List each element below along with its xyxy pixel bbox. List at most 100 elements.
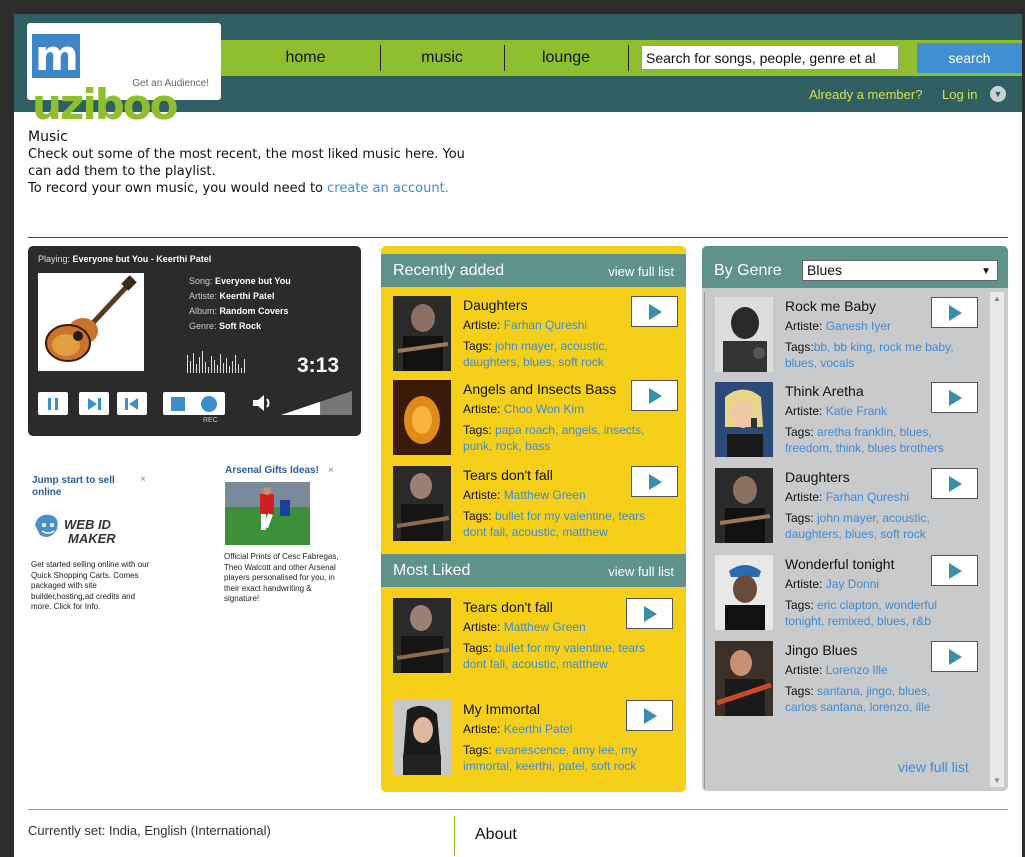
artist-link[interactable]: Lorenzo Ille (826, 663, 888, 677)
previous-button[interactable] (117, 392, 147, 415)
already-member-link[interactable]: Already a member? (809, 87, 922, 102)
track-item[interactable]: Tears don't fall Artiste: Matthew Green … (393, 466, 683, 546)
track-name[interactable]: Wonderful tonight (785, 556, 894, 572)
tag-links[interactable]: blues, vocals (785, 356, 854, 370)
play-icon (643, 707, 657, 724)
track-item[interactable]: Rock me Baby Artiste: Ganesh Iyer Tags:b… (715, 297, 985, 377)
track-name[interactable]: Jingo Blues (785, 642, 857, 658)
scroll-down-icon[interactable]: ▼ (993, 776, 1001, 785)
record-controls[interactable] (163, 392, 225, 415)
search-input[interactable] (641, 45, 899, 70)
chevron-down-icon[interactable]: ▼ (990, 86, 1006, 102)
artist-link[interactable]: Matthew Green (504, 620, 586, 634)
tag-links[interactable]: dont fall, acoustic, matthew (463, 525, 608, 539)
close-icon[interactable]: × (140, 474, 146, 485)
play-button[interactable] (931, 297, 978, 328)
view-full-list-link[interactable]: view full list (608, 264, 674, 279)
next-button[interactable] (79, 392, 109, 415)
nav-home[interactable]: home (233, 40, 378, 76)
logo[interactable]: muziboo Get an Audience! (27, 23, 221, 129)
tag-links[interactable]: daughters, blues, soft rock (785, 527, 926, 541)
tag-links[interactable]: freedom, think, blues brothers (785, 441, 944, 455)
view-full-list-link[interactable]: view full list (898, 759, 969, 775)
stop-icon[interactable] (170, 396, 186, 412)
search-button[interactable]: search (917, 43, 1022, 73)
nav-lounge[interactable]: lounge (505, 40, 627, 76)
play-icon (648, 303, 662, 320)
play-button[interactable] (626, 598, 673, 629)
nav-music[interactable]: music (381, 40, 503, 76)
tag-links[interactable]: papa roach, angels, insects, (495, 423, 644, 437)
scroll-up-icon[interactable]: ▲ (993, 294, 1001, 303)
tag-links[interactable]: bullet for my valentine, tears (495, 509, 645, 523)
track-name[interactable]: Tears don't fall (463, 599, 553, 615)
tag-links[interactable]: carlos santana, lorenzo, ille (785, 700, 930, 714)
volume-icon[interactable] (251, 392, 275, 414)
meta-album: Album: Random Covers (189, 306, 289, 316)
locale-setting[interactable]: Currently set: India, English (Internati… (28, 823, 271, 838)
track-item[interactable]: Wonderful tonight Artiste: Jay Donni Tag… (715, 555, 985, 635)
genre-select[interactable]: Blues ▼ (802, 260, 998, 281)
play-button[interactable] (931, 382, 978, 413)
tag-links[interactable]: dont fall, acoustic, matthew (463, 657, 608, 671)
tag-links[interactable]: bb, bb king, rock me baby, (814, 340, 954, 354)
play-button[interactable] (931, 468, 978, 499)
artist-link[interactable]: Farhan Qureshi (504, 318, 587, 332)
track-name[interactable]: Tears don't fall (463, 467, 553, 483)
track-name[interactable]: Daughters (785, 469, 850, 485)
ad-title[interactable]: Arsenal Gifts Ideas! (225, 465, 319, 477)
play-button[interactable] (931, 555, 978, 586)
track-item[interactable]: Think Aretha Artiste: Katie Frank Tags: … (715, 382, 985, 462)
close-icon[interactable]: × (328, 465, 334, 476)
arsenal-photo[interactable] (225, 482, 310, 545)
tag-links[interactable]: eric clapton, wonderful (817, 598, 937, 612)
scrollbar[interactable]: ▲ ▼ (990, 292, 1004, 787)
pause-button[interactable] (38, 392, 68, 415)
tag-links[interactable]: john mayer, acoustic, (495, 339, 608, 353)
tag-links[interactable]: immortal, keerthi, patel, soft rock (463, 759, 636, 773)
artist-link[interactable]: Ganesh Iyer (826, 319, 891, 333)
meta-genre: Genre: Soft Rock (189, 321, 261, 331)
view-full-list-link[interactable]: view full list (608, 564, 674, 579)
track-tags: Tags: evanescence, amy lee, my immortal, … (463, 742, 683, 774)
track-name[interactable]: Rock me Baby (785, 298, 876, 314)
play-button[interactable] (631, 466, 678, 497)
tags-label: Tags: (785, 425, 818, 439)
track-item[interactable]: Tears don't fall Artiste: Matthew Green … (393, 598, 683, 678)
tag-links[interactable]: aretha franklin, blues, (817, 425, 932, 439)
login-link[interactable]: Log in (942, 87, 977, 102)
tag-links[interactable]: daughters, blues, soft rock (463, 355, 604, 369)
volume-slider[interactable] (281, 391, 352, 415)
play-button[interactable] (631, 296, 678, 327)
tag-links[interactable]: santana, jingo, blues, (817, 684, 930, 698)
tag-links[interactable]: evanescence, amy lee, my (495, 743, 637, 757)
ad-title[interactable]: Jump start to sell online (32, 475, 142, 499)
record-icon[interactable] (200, 395, 218, 413)
track-name[interactable]: Daughters (463, 297, 528, 313)
track-name[interactable]: My Immortal (463, 701, 540, 717)
play-button[interactable] (631, 380, 678, 411)
track-name[interactable]: Angels and Insects Bass (463, 381, 616, 397)
track-item[interactable]: Angels and Insects Bass Artiste: Choo Wo… (393, 380, 683, 460)
artist-link[interactable]: Keerthi Patel (504, 722, 573, 736)
tag-links[interactable]: john mayer, acoustic, (817, 511, 930, 525)
tag-links[interactable]: tonight, remixed, blues, r&b (785, 614, 931, 628)
create-account-link[interactable]: create an account. (327, 181, 449, 196)
track-tags: Tags: bullet for my valentine, tears dont… (463, 508, 683, 540)
artist-link[interactable]: Matthew Green (504, 488, 586, 502)
track-item[interactable]: Daughters Artiste: Farhan Qureshi Tags: … (715, 468, 985, 548)
artist-link[interactable]: Jay Donni (826, 577, 879, 591)
web-id-maker-logo[interactable]: WEB ID MAKER (32, 507, 127, 549)
artist-link[interactable]: Katie Frank (826, 404, 887, 418)
track-item[interactable]: Daughters Artiste: Farhan Qureshi Tags: … (393, 296, 683, 376)
tag-links[interactable]: bullet for my valentine, tears (495, 641, 645, 655)
track-name[interactable]: Think Aretha (785, 383, 864, 399)
play-button[interactable] (626, 700, 673, 731)
track-item[interactable]: Jingo Blues Artiste: Lorenzo Ille Tags: … (715, 641, 985, 721)
artist-link[interactable]: Farhan Qureshi (826, 490, 909, 504)
tag-links[interactable]: punk, rock, bass (463, 439, 550, 453)
play-button[interactable] (931, 641, 978, 672)
artist-link[interactable]: Choo Won Kim (504, 402, 584, 416)
track-item[interactable]: My Immortal Artiste: Keerthi Patel Tags:… (393, 700, 683, 780)
intro-line: To record your own music, you would need… (28, 180, 488, 197)
